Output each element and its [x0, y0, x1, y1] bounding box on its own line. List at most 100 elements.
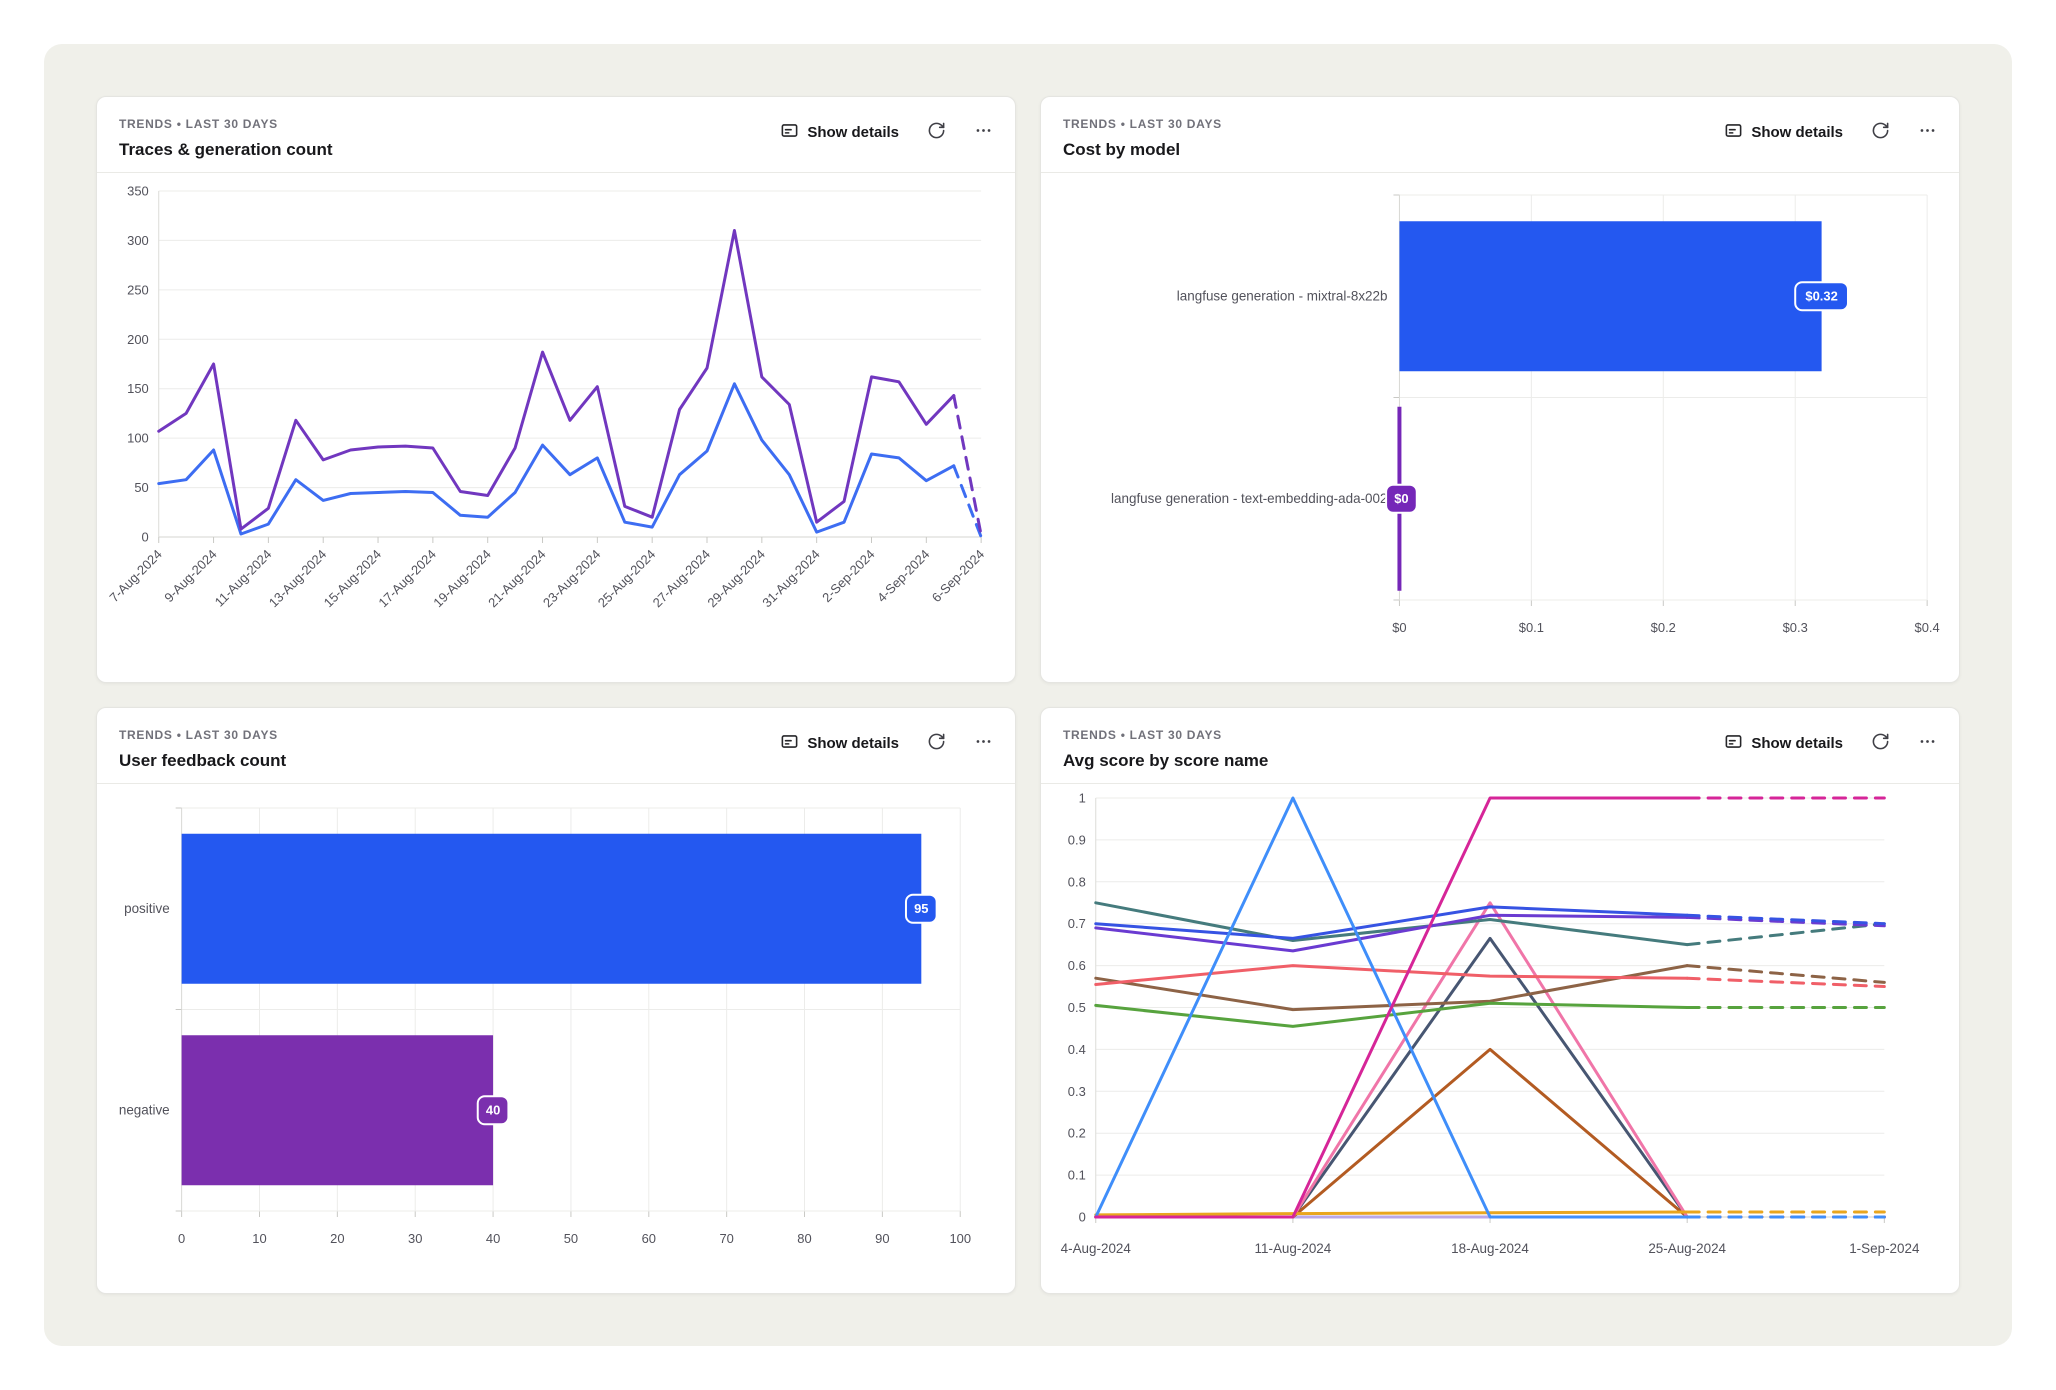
svg-text:0.8: 0.8: [1068, 874, 1086, 889]
svg-text:150: 150: [127, 381, 149, 396]
user-feedback-bar-chart[interactable]: 0102030405060708090100positive95negative…: [97, 784, 1015, 1273]
card-title: Avg score by score name: [1063, 751, 1268, 771]
svg-text:15-Aug-2024: 15-Aug-2024: [321, 546, 385, 610]
svg-text:25-Aug-2024: 25-Aug-2024: [595, 546, 659, 610]
svg-text:21-Aug-2024: 21-Aug-2024: [485, 546, 549, 610]
more-menu-button[interactable]: [1918, 121, 1937, 143]
card-header-text: TRENDS • LAST 30 DAYS Traces & generatio…: [119, 117, 333, 160]
refresh-button[interactable]: [1871, 121, 1890, 143]
svg-text:27-Aug-2024: 27-Aug-2024: [650, 546, 714, 610]
svg-text:7-Aug-2024: 7-Aug-2024: [106, 546, 164, 605]
refresh-icon: [1871, 732, 1890, 754]
show-details-label: Show details: [807, 124, 899, 141]
svg-text:$0.2: $0.2: [1651, 620, 1676, 635]
svg-text:40: 40: [486, 1103, 500, 1118]
card-traces-generation-count: TRENDS • LAST 30 DAYS Traces & generatio…: [96, 96, 1016, 683]
svg-text:0.9: 0.9: [1068, 832, 1086, 847]
svg-text:4-Sep-2024: 4-Sep-2024: [874, 546, 932, 605]
card-title: User feedback count: [119, 751, 286, 771]
show-details-button[interactable]: Show details: [1724, 121, 1843, 143]
svg-text:17-Aug-2024: 17-Aug-2024: [375, 546, 439, 610]
svg-text:0.7: 0.7: [1068, 916, 1086, 931]
svg-text:langfuse generation - text-emb: langfuse generation - text-embedding-ada…: [1111, 491, 1387, 506]
svg-text:0.5: 0.5: [1068, 1000, 1086, 1015]
card-title: Cost by model: [1063, 140, 1222, 160]
svg-text:19-Aug-2024: 19-Aug-2024: [430, 546, 494, 610]
details-panel-icon: [780, 732, 799, 754]
svg-text:20: 20: [330, 1231, 344, 1246]
svg-text:4-Aug-2024: 4-Aug-2024: [1061, 1241, 1132, 1256]
svg-text:0.2: 0.2: [1068, 1126, 1086, 1141]
svg-text:40: 40: [486, 1231, 500, 1246]
svg-text:$0.4: $0.4: [1915, 620, 1940, 635]
card-eyebrow: TRENDS • LAST 30 DAYS: [1063, 117, 1222, 131]
more-menu-button[interactable]: [974, 732, 993, 754]
svg-text:0: 0: [142, 529, 149, 544]
more-menu-button[interactable]: [1918, 732, 1937, 754]
dashboard-panel: TRENDS • LAST 30 DAYS Traces & generatio…: [44, 44, 2012, 1346]
svg-text:23-Aug-2024: 23-Aug-2024: [540, 546, 604, 610]
card-header: TRENDS • LAST 30 DAYS Cost by model Show…: [1041, 97, 1959, 172]
svg-text:350: 350: [127, 183, 149, 198]
svg-text:90: 90: [875, 1231, 889, 1246]
cost-by-model-bar-chart[interactable]: $0$0.1$0.2$0.3$0.4langfuse generation - …: [1041, 173, 1959, 662]
svg-text:0.3: 0.3: [1068, 1084, 1086, 1099]
svg-text:$0: $0: [1392, 620, 1406, 635]
svg-text:1: 1: [1079, 790, 1086, 805]
svg-text:29-Aug-2024: 29-Aug-2024: [704, 546, 768, 610]
card-avg-score-by-score-name: TRENDS • LAST 30 DAYS Avg score by score…: [1040, 707, 1960, 1294]
show-details-label: Show details: [1751, 124, 1843, 141]
card-user-feedback-count: TRENDS • LAST 30 DAYS User feedback coun…: [96, 707, 1016, 1294]
svg-text:60: 60: [642, 1231, 656, 1246]
details-panel-icon: [1724, 732, 1743, 754]
svg-text:$0: $0: [1394, 491, 1408, 506]
refresh-button[interactable]: [927, 121, 946, 143]
refresh-button[interactable]: [927, 732, 946, 754]
refresh-icon: [1871, 121, 1890, 143]
svg-text:0: 0: [178, 1231, 185, 1246]
card-header-text: TRENDS • LAST 30 DAYS Avg score by score…: [1063, 728, 1268, 771]
more-menu-button[interactable]: [974, 121, 993, 143]
card-eyebrow: TRENDS • LAST 30 DAYS: [1063, 728, 1268, 742]
svg-text:50: 50: [134, 480, 148, 495]
refresh-icon: [927, 121, 946, 143]
svg-text:0.1: 0.1: [1068, 1168, 1086, 1183]
card-header-text: TRENDS • LAST 30 DAYS User feedback coun…: [119, 728, 286, 771]
traces-generation-line-chart[interactable]: 0501001502002503003507-Aug-20249-Aug-202…: [97, 173, 1015, 662]
show-details-button[interactable]: Show details: [780, 732, 899, 754]
avg-score-line-chart[interactable]: 00.10.20.30.40.50.60.70.80.914-Aug-20241…: [1041, 784, 1959, 1273]
show-details-label: Show details: [1751, 735, 1843, 752]
refresh-button[interactable]: [1871, 732, 1890, 754]
svg-text:100: 100: [127, 431, 149, 446]
details-panel-icon: [1724, 121, 1743, 143]
card-controls: Show details: [1724, 732, 1937, 754]
show-details-button[interactable]: Show details: [1724, 732, 1843, 754]
card-eyebrow: TRENDS • LAST 30 DAYS: [119, 728, 286, 742]
svg-text:$0.32: $0.32: [1805, 289, 1837, 304]
show-details-button[interactable]: Show details: [780, 121, 899, 143]
card-header: TRENDS • LAST 30 DAYS Avg score by score…: [1041, 708, 1959, 783]
svg-text:70: 70: [719, 1231, 733, 1246]
ellipsis-icon: [974, 732, 993, 754]
svg-text:2-Sep-2024: 2-Sep-2024: [819, 546, 877, 605]
svg-text:200: 200: [127, 332, 149, 347]
dashboard-page: TRENDS • LAST 30 DAYS Traces & generatio…: [0, 0, 2056, 1390]
card-controls: Show details: [780, 732, 993, 754]
svg-text:13-Aug-2024: 13-Aug-2024: [266, 546, 330, 610]
svg-text:positive: positive: [124, 901, 170, 916]
ellipsis-icon: [974, 121, 993, 143]
ellipsis-icon: [1918, 732, 1937, 754]
card-header-text: TRENDS • LAST 30 DAYS Cost by model: [1063, 117, 1222, 160]
show-details-label: Show details: [807, 735, 899, 752]
card-controls: Show details: [780, 121, 993, 143]
svg-text:100: 100: [949, 1231, 971, 1246]
svg-text:250: 250: [127, 282, 149, 297]
svg-text:31-Aug-2024: 31-Aug-2024: [759, 546, 823, 610]
svg-text:300: 300: [127, 233, 149, 248]
card-header: TRENDS • LAST 30 DAYS Traces & generatio…: [97, 97, 1015, 172]
svg-text:80: 80: [797, 1231, 811, 1246]
svg-text:$0.3: $0.3: [1783, 620, 1808, 635]
svg-text:negative: negative: [119, 1103, 170, 1118]
svg-text:95: 95: [914, 901, 928, 916]
svg-text:6-Sep-2024: 6-Sep-2024: [929, 546, 987, 605]
